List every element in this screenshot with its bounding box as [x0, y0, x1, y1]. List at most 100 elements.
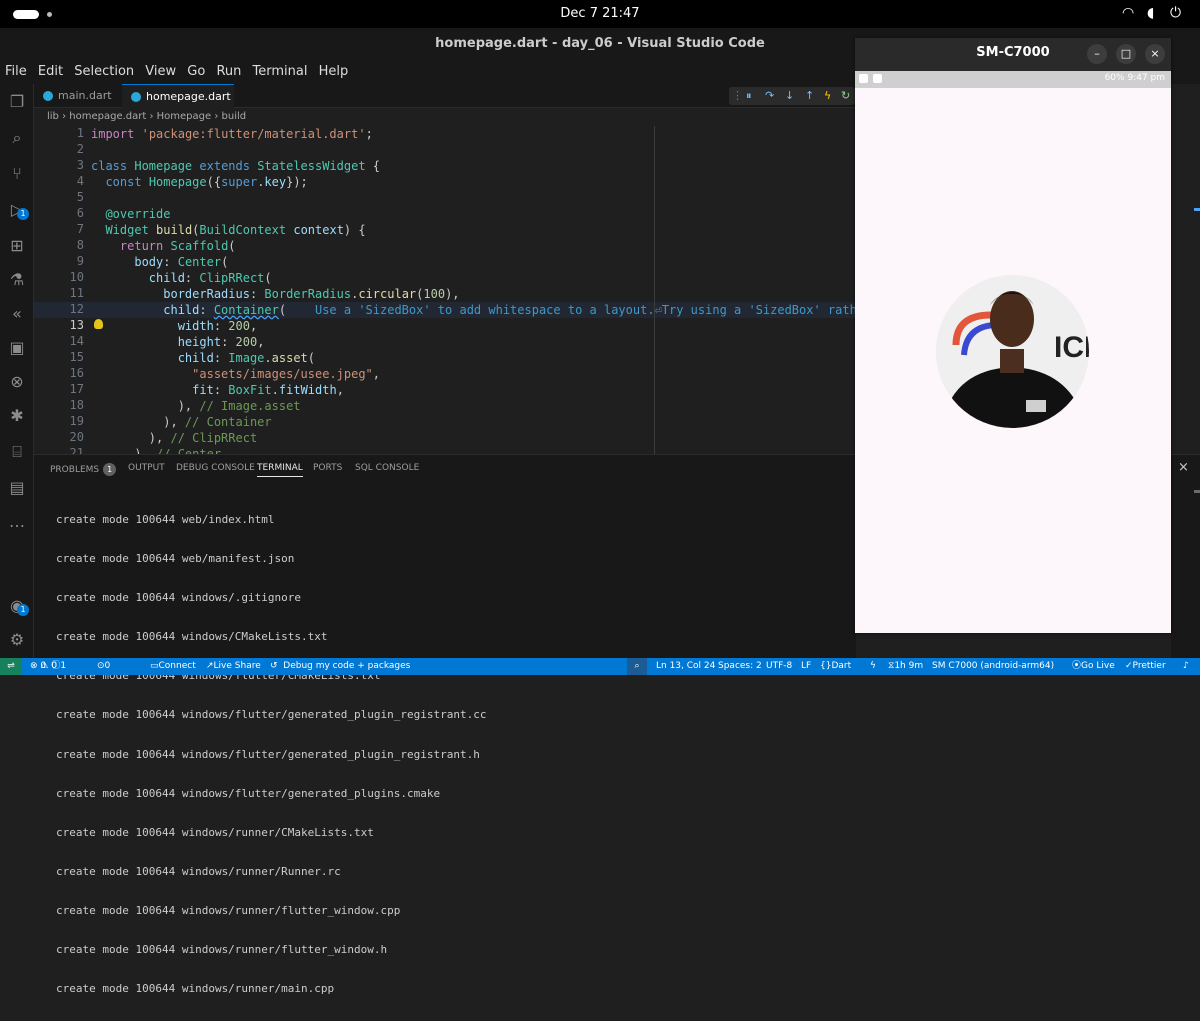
- menu-selection[interactable]: Selection: [69, 62, 134, 79]
- terminal-line: create mode 100644 windows/CMakeLists.tx…: [56, 630, 328, 644]
- line-number: 14: [69, 334, 84, 348]
- connect-status[interactable]: ▭ Connect: [150, 658, 196, 675]
- remote-indicator-icon[interactable]: ⇌: [0, 658, 22, 675]
- lightning-icon[interactable]: ϟ: [870, 658, 876, 675]
- step-into-icon[interactable]: ↓: [785, 89, 794, 102]
- drag-handle-icon[interactable]: ⋮: [732, 89, 743, 102]
- code-text[interactable]: import 'package:flutter/material.dart'; …: [91, 126, 856, 454]
- more-icon[interactable]: …: [7, 512, 27, 532]
- menu-terminal[interactable]: Terminal: [248, 62, 308, 79]
- power-icon[interactable]: ⏻: [1170, 5, 1181, 21]
- line-number: 19: [69, 414, 84, 428]
- line-number: 12: [69, 302, 84, 316]
- source-control-icon[interactable]: ⑂: [7, 164, 27, 184]
- time-tracker[interactable]: ⧖ 1h 9m: [888, 658, 923, 675]
- flutter-icon[interactable]: «: [7, 304, 27, 324]
- ports-status[interactable]: ⊙ 0: [97, 658, 110, 675]
- accounts-badge: 1: [17, 604, 29, 616]
- maximize-icon[interactable]: □: [1116, 44, 1136, 64]
- close-window-icon[interactable]: ×: [1145, 44, 1165, 64]
- pause-icon[interactable]: ⏸: [746, 89, 752, 103]
- problems-status[interactable]: ⊗ 0 ⚠ 0 ⓘ 1: [30, 658, 66, 675]
- prettier-status[interactable]: ✓ Prettier: [1125, 658, 1166, 675]
- testing-icon[interactable]: ⚗: [7, 270, 27, 290]
- breadcrumb-class[interactable]: Homepage: [157, 111, 212, 122]
- tab-homepage-dart[interactable]: homepage.dart ×: [122, 84, 234, 127]
- close-panel-icon[interactable]: ×: [1178, 460, 1189, 475]
- language-mode[interactable]: {} Dart: [820, 658, 851, 675]
- line-number: 8: [76, 238, 84, 252]
- phone-screen[interactable]: ICP: [855, 88, 1171, 633]
- line-number: 2: [76, 142, 84, 156]
- tab-output[interactable]: OUTPUT: [128, 463, 165, 473]
- terminal-line: create mode 100644 web/manifest.json: [56, 552, 295, 566]
- cursor-position[interactable]: Ln 13, Col 24: [656, 658, 715, 675]
- activity-bar: ❐ ⌕ ⑂ ▷ 1 ⊞ ⚗ « ▣ ⊗ ✱ ⌸ ▤ … ◉ 1 ⚙: [0, 84, 34, 658]
- breadcrumb-method[interactable]: build: [222, 111, 247, 122]
- device-selector[interactable]: SM C7000 (android-arm64): [932, 658, 1054, 675]
- profile-photo-avatar: ICP: [936, 275, 1089, 428]
- menu-view[interactable]: View: [140, 62, 176, 79]
- live-share-status[interactable]: ↗ Live Share: [206, 658, 261, 675]
- minimize-icon[interactable]: –: [1087, 44, 1107, 64]
- breadcrumb-folder[interactable]: lib: [47, 111, 59, 122]
- line-number: 15: [69, 350, 84, 364]
- line-number: 7: [76, 222, 84, 236]
- menu-help[interactable]: Help: [314, 62, 349, 79]
- breadcrumb-file[interactable]: homepage.dart: [69, 111, 146, 122]
- volume-icon[interactable]: ◖: [1147, 5, 1154, 21]
- menu-file[interactable]: File: [0, 62, 27, 79]
- manage-gear-icon[interactable]: ⚙: [7, 630, 27, 650]
- terminal-line: create mode 100644 windows/runner/flutte…: [56, 943, 388, 957]
- debug-mode-status[interactable]: ↺ Debug my code + packages: [270, 658, 410, 675]
- app-notification-icon: [873, 74, 882, 83]
- search-icon[interactable]: ⌕: [627, 658, 647, 675]
- notifications-bell-icon[interactable]: ♪: [1183, 658, 1189, 675]
- editor-right-strip: ×: [1171, 84, 1200, 658]
- panel-scrollbar-marker: [1194, 490, 1200, 493]
- database-icon[interactable]: ⌸: [7, 442, 27, 462]
- paw-icon[interactable]: ✱: [7, 406, 27, 426]
- terminal-line: create mode 100644 windows/runner/Runner…: [56, 864, 341, 878]
- explorer-icon[interactable]: ❐: [7, 92, 27, 112]
- menu-edit[interactable]: Edit: [33, 62, 63, 79]
- youtube-notification-icon: [859, 74, 868, 83]
- menu-run[interactable]: Run: [211, 62, 241, 79]
- terminal-line: create mode 100644 windows/runner/flutte…: [56, 903, 401, 917]
- figma-icon[interactable]: ⊗: [7, 372, 27, 392]
- tab-problems[interactable]: PROBLEMS 1: [50, 463, 117, 476]
- terminal-line: create mode 100644 windows/flutter/gener…: [56, 708, 487, 722]
- terminal-line: create mode 100644 windows/.gitignore: [56, 591, 302, 605]
- menu-go[interactable]: Go: [182, 62, 205, 79]
- encoding[interactable]: UTF-8: [766, 658, 792, 675]
- tab-main-dart[interactable]: main.dart: [34, 84, 122, 108]
- system-clock[interactable]: Dec 7 21:47: [0, 6, 1200, 21]
- dart-file-icon: [43, 91, 53, 101]
- go-live-button[interactable]: ⦿ Go Live: [1072, 658, 1115, 675]
- tab-terminal[interactable]: TERMINAL: [257, 463, 303, 477]
- line-number: 1: [76, 126, 84, 140]
- line-number: 3: [76, 158, 84, 172]
- restart-icon[interactable]: ↻: [841, 89, 850, 102]
- chip-icon[interactable]: ▣: [7, 338, 27, 358]
- line-number: 21: [69, 446, 84, 454]
- step-out-icon[interactable]: ↑: [805, 89, 814, 102]
- step-over-icon[interactable]: ↷: [765, 89, 774, 102]
- tab-ports[interactable]: PORTS: [313, 463, 342, 473]
- tab-sql-console[interactable]: SQL CONSOLE: [355, 463, 419, 473]
- indentation[interactable]: Spaces: 2: [718, 658, 762, 675]
- hot-reload-icon[interactable]: ϟ: [824, 89, 831, 102]
- code-editor[interactable]: 1 2 3 4 5 6 7 8 9 10 11 12 13 14 15 16 1…: [34, 126, 856, 454]
- search-icon[interactable]: ⌕: [7, 128, 27, 148]
- system-top-bar: Dec 7 21:47 ◠ ◖ ⏻: [0, 0, 1200, 28]
- end-of-line[interactable]: LF: [801, 658, 811, 675]
- phone-status-bar: 60% 9:47 pm: [855, 71, 1171, 88]
- wifi-icon[interactable]: ◠: [1122, 5, 1134, 21]
- tab-debug-console[interactable]: DEBUG CONSOLE: [176, 463, 255, 473]
- line-number: 16: [69, 366, 84, 380]
- terminal-output[interactable]: create mode 100644 web/index.html create…: [56, 487, 486, 1021]
- extensions-icon[interactable]: ⊞: [7, 236, 27, 256]
- panel-right-edge: [1171, 454, 1200, 658]
- remote-explorer-icon[interactable]: ▤: [7, 478, 27, 498]
- svg-text:ICP: ICP: [1054, 331, 1089, 364]
